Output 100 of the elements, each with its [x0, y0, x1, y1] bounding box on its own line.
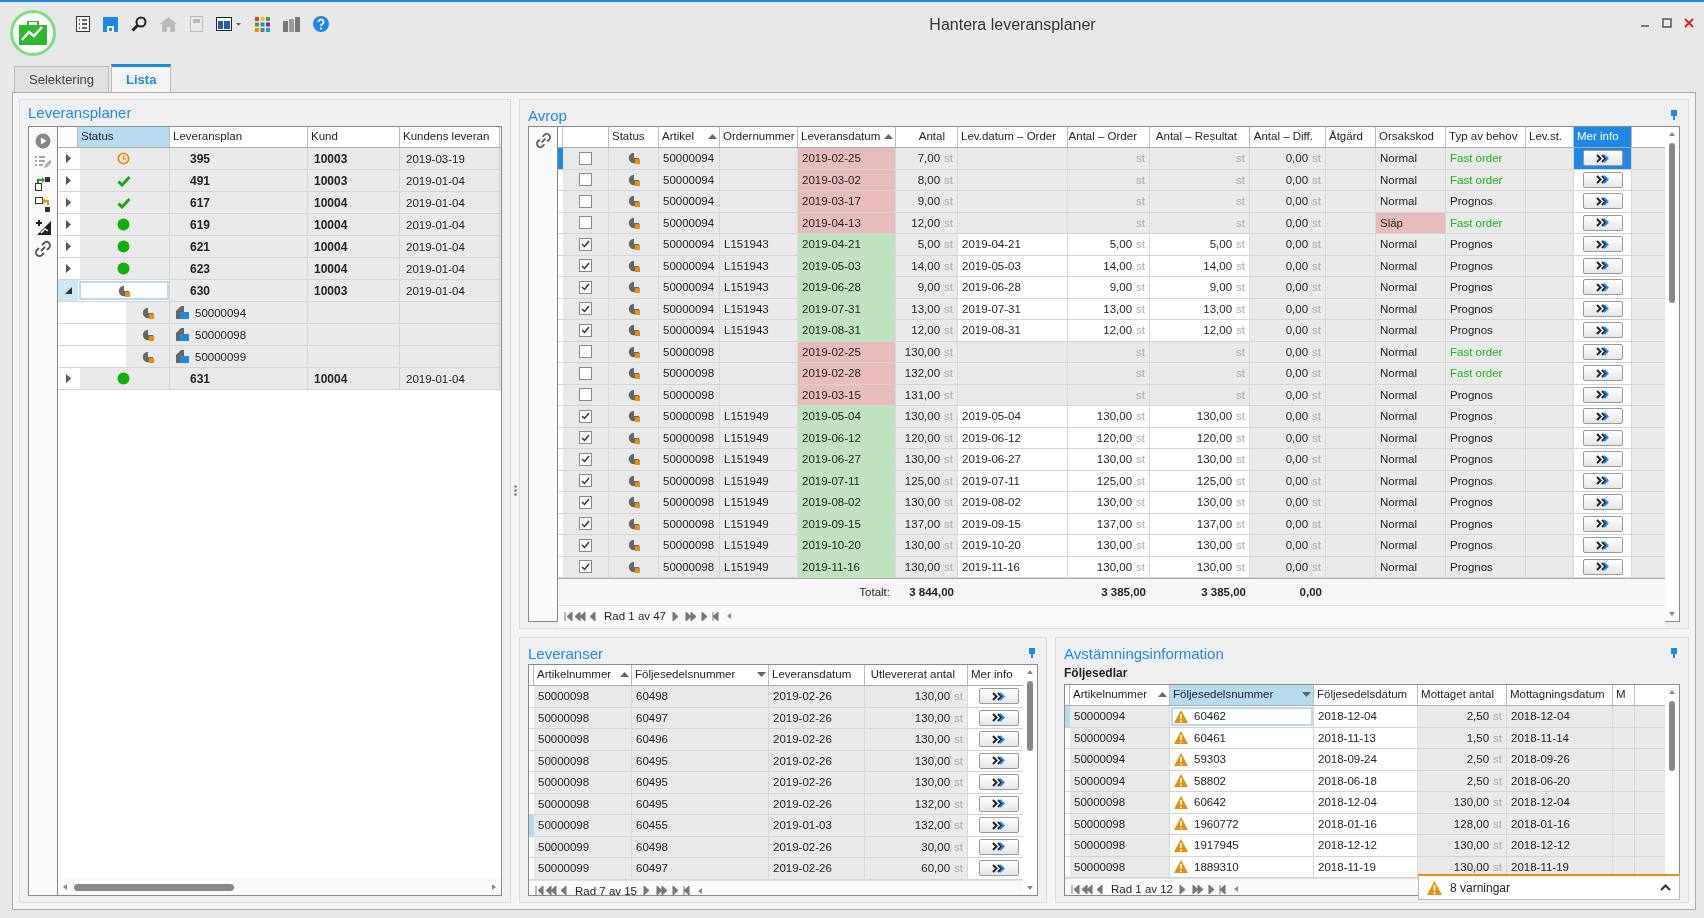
- table-row[interactable]: 50000098 L151949 2019-09-15 137,00 st 2019-09-15 137,00 st 137,00 st 0,00 st Normal Prognos: [558, 513, 1665, 535]
- expand-triangle-icon[interactable]: [64, 198, 72, 207]
- more-info-button[interactable]: [978, 688, 1019, 705]
- chevron-up-icon[interactable]: [1660, 884, 1671, 891]
- column-header[interactable]: Utlevererat antal: [865, 665, 968, 685]
- export-icon[interactable]: [35, 175, 51, 191]
- table-row[interactable]: 50000094 2019-02-25 7,00 st st st 0,00 st Normal Fast order: [558, 148, 1665, 170]
- column-header[interactable]: Mer info: [1574, 127, 1632, 147]
- pin-icon[interactable]: [1028, 648, 1036, 658]
- close-icon[interactable]: [1684, 18, 1694, 28]
- first-page-icon[interactable]: [1071, 884, 1105, 894]
- tree-row[interactable]: 491 10003 2019-01-04: [58, 170, 501, 192]
- more-info-button[interactable]: [1582, 322, 1623, 339]
- search-icon[interactable]: [129, 14, 149, 34]
- splitter-handle-icon[interactable]: [514, 484, 517, 496]
- tree-row[interactable]: 395 10003 2019-03-19: [58, 148, 501, 170]
- tab[interactable]: Selektering: [14, 66, 110, 92]
- table-row[interactable]: 50000094 L151943 2019-05-03 14,00 st 2019-05-03 14,00 st 14,00 st 0,00 st Normal Prognos: [558, 255, 1665, 277]
- checkbox[interactable]: [579, 345, 592, 359]
- column-header[interactable]: Följesedelsnummer: [632, 665, 769, 685]
- more-info-button[interactable]: [1582, 494, 1623, 511]
- table-row[interactable]: 50000098 1960772 2018-01-16 128,00 st 2018-01-16: [1065, 813, 1665, 835]
- column-header[interactable]: Orsakskod: [1376, 127, 1446, 147]
- pin-icon[interactable]: [1670, 648, 1678, 658]
- expand-triangle-icon[interactable]: [64, 154, 72, 163]
- column-header[interactable]: Leveransplan: [170, 127, 308, 147]
- table-row[interactable]: 50000098 L151949 2019-06-12 120,00 st 2019-06-12 120,00 st 120,00 st 0,00 st Normal Prognos: [558, 427, 1665, 449]
- table-row[interactable]: 50000094 2019-03-02 8,00 st st st 0,00 st Normal Fast order: [558, 169, 1665, 191]
- table-row[interactable]: 50000098 60495 2019-02-26 130,00 st: [529, 750, 1023, 772]
- import-icon[interactable]: [35, 197, 51, 213]
- more-info-button[interactable]: [978, 709, 1019, 726]
- table-row[interactable]: 50000098 60496 2019-02-26 130,00 st: [529, 729, 1023, 751]
- checkbox[interactable]: [579, 474, 592, 488]
- more-info-button[interactable]: [978, 795, 1019, 812]
- column-header[interactable]: Mottagningsdatum: [1507, 685, 1613, 705]
- scroll-up-icon[interactable]: [1669, 131, 1675, 137]
- table-row[interactable]: 50000094 2019-04-13 12,00 st st st 0,00 st Släp Fast order: [558, 212, 1665, 234]
- column-header[interactable]: Antal: [896, 127, 958, 147]
- expand-triangle-icon[interactable]: [64, 176, 72, 185]
- column-header[interactable]: Antal – Diff.: [1250, 127, 1326, 147]
- more-info-button[interactable]: [1582, 343, 1623, 360]
- more-info-button[interactable]: [1582, 451, 1623, 468]
- table-row[interactable]: 50000094 L151943 2019-04-21 5,00 st 2019-04-21 5,00 st 5,00 st 0,00 st Normal Prognos: [558, 234, 1665, 256]
- column-header[interactable]: Mottaget antal: [1418, 685, 1507, 705]
- table-row[interactable]: 50000098 60495 2019-02-26 132,00 st: [529, 793, 1023, 815]
- column-header[interactable]: Leveransdatum: [769, 665, 865, 685]
- help-icon[interactable]: [311, 14, 331, 34]
- table-row[interactable]: 50000098 1917945 2018-12-12 130,00 st 2018-12-12: [1065, 835, 1665, 857]
- column-header[interactable]: Artikelnummer: [534, 665, 632, 685]
- column-header[interactable]: Status: [78, 127, 170, 147]
- table-row[interactable]: 50000094 L151943 2019-07-31 13,00 st 2019-07-31 13,00 st 13,00 st 0,00 st Normal Prognos: [558, 298, 1665, 320]
- scroll-right-icon[interactable]: [491, 884, 497, 890]
- expand-triangle-icon[interactable]: [64, 374, 72, 383]
- checkbox[interactable]: [579, 366, 592, 380]
- more-info-button[interactable]: [1582, 171, 1623, 188]
- more-info-button[interactable]: [1582, 300, 1623, 317]
- column-header[interactable]: Leveransdatum: [798, 127, 896, 147]
- table-row[interactable]: 50000094 58802 2018-06-18 2,50 st 2018-06-20: [1065, 770, 1665, 792]
- tree-row[interactable]: 623 10004 2019-01-04: [58, 258, 501, 280]
- last-page-icon[interactable]: [1179, 884, 1227, 894]
- maximize-icon[interactable]: [1662, 18, 1672, 28]
- tree-row[interactable]: 619 10004 2019-01-04: [58, 214, 501, 236]
- scroll-up-icon[interactable]: [1669, 689, 1675, 695]
- column-header[interactable]: Lev.datum – Order: [958, 127, 1068, 147]
- column-header[interactable]: Antal – Order: [1068, 127, 1150, 147]
- column-header[interactable]: Antal – Resultat: [1150, 127, 1250, 147]
- table-row[interactable]: 50000098 60642 2018-12-04 130,00 st 2018-12-04: [1065, 792, 1665, 814]
- scroll-left-icon[interactable]: [726, 613, 732, 619]
- column-header[interactable]: Kundens leveran: [400, 127, 500, 147]
- more-info-button[interactable]: [1582, 279, 1623, 296]
- table-row[interactable]: 50000094 60462 2018-12-04 2,50 st 2018-12-04: [1065, 706, 1665, 728]
- checkbox[interactable]: [579, 173, 592, 187]
- column-header[interactable]: Ordernummer: [720, 127, 798, 147]
- first-page-icon[interactable]: [535, 886, 569, 895]
- checkbox[interactable]: [579, 302, 592, 316]
- first-page-icon[interactable]: [564, 611, 598, 621]
- column-header[interactable]: Följesedelsdatum: [1314, 685, 1418, 705]
- last-page-icon[interactable]: [672, 611, 720, 621]
- tree-row[interactable]: 630 10003 2019-01-04: [58, 280, 501, 302]
- table-row[interactable]: 50000098 L151949 2019-07-11 125,00 st 2019-07-11 125,00 st 125,00 st 0,00 st Normal Prognos: [558, 470, 1665, 492]
- expand-triangle-icon[interactable]: [64, 242, 72, 251]
- more-info-button[interactable]: [1582, 236, 1623, 253]
- table-row[interactable]: 50000094 L151943 2019-08-31 12,00 st 2019-08-31 12,00 st 12,00 st 0,00 st Normal Prognos: [558, 320, 1665, 342]
- column-header[interactable]: Status: [609, 127, 659, 147]
- more-info-button[interactable]: [1582, 386, 1623, 403]
- scroll-left-icon[interactable]: [1233, 886, 1239, 892]
- more-info-button[interactable]: [978, 838, 1019, 855]
- checkbox[interactable]: [579, 517, 592, 531]
- play-icon[interactable]: [35, 133, 51, 149]
- table-row[interactable]: 50000098 2019-02-25 130,00 st st st 0,00 st Normal Fast order: [558, 341, 1665, 363]
- checkbox[interactable]: [579, 538, 592, 552]
- pin-icon[interactable]: [1670, 110, 1678, 120]
- more-info-button[interactable]: [1582, 214, 1623, 231]
- table-row[interactable]: 50000094 L151943 2019-06-28 9,00 st 2019-06-28 9,00 st 9,00 st 0,00 st Normal Prognos: [558, 277, 1665, 299]
- checkbox[interactable]: [579, 216, 592, 230]
- scroll-left-icon[interactable]: [62, 884, 68, 890]
- column-header[interactable]: Följesedelsnummer: [1170, 685, 1314, 705]
- horizontal-scrollbar[interactable]: [58, 879, 501, 895]
- more-info-button[interactable]: [978, 752, 1019, 769]
- checkbox[interactable]: [579, 151, 592, 165]
